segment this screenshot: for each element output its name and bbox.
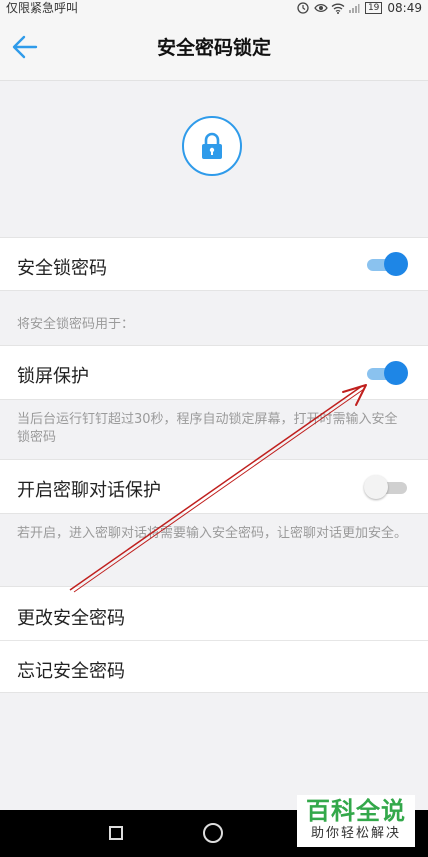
- secret-chat-description: 若开启，进入密聊对话将需要输入安全密码，让密聊对话更加安全。: [17, 526, 408, 541]
- forgot-password-label[interactable]: 忘记安全密码: [17, 657, 125, 683]
- secret-chat-label: 开启密聊对话保护: [17, 480, 161, 501]
- change-password-label[interactable]: 更改安全密码: [17, 604, 125, 630]
- lock-screen-row[interactable]: 锁屏保护: [0, 345, 428, 400]
- toggle-knob: [384, 252, 408, 276]
- lock-badge: [182, 116, 242, 176]
- toggle-knob: [384, 361, 408, 385]
- page-title: 安全密码锁定: [156, 37, 271, 59]
- toggle-knob: [364, 475, 388, 499]
- battery-icon: 19: [364, 2, 383, 14]
- security-password-label: 安全锁密码: [17, 258, 107, 279]
- lock-screen-description: 当后台运行钉钉超过30秒，程序自动锁定屏幕，打开时需输入安全锁密码: [17, 412, 398, 445]
- status-icons: 19 08:49: [297, 0, 422, 16]
- app-header: 安全密码锁定: [0, 16, 428, 81]
- security-password-toggle[interactable]: [364, 251, 408, 277]
- change-password-row[interactable]: 更改安全密码 忘记安全密码: [0, 586, 428, 693]
- signal-icon: [348, 2, 360, 14]
- security-password-row[interactable]: 安全锁密码: [0, 237, 428, 291]
- home-button[interactable]: [203, 823, 223, 843]
- secret-chat-toggle[interactable]: [364, 474, 408, 500]
- lock-screen-toggle[interactable]: [364, 360, 408, 386]
- padlock-icon: [202, 132, 222, 159]
- watermark-subtitle: 助你轻松解决: [310, 826, 401, 841]
- row-divider: [0, 640, 428, 641]
- watermark-title: 百科全说: [306, 797, 406, 825]
- section-caption: 将安全锁密码用于：: [17, 317, 135, 332]
- carrier-text: 仅限紧急呼叫: [6, 1, 79, 15]
- recent-apps-button[interactable]: [109, 826, 123, 840]
- alarm-icon: [297, 2, 309, 14]
- secret-chat-row[interactable]: 开启密聊对话保护: [0, 459, 428, 514]
- status-bar: 仅限紧急呼叫 19 08:49: [0, 0, 428, 16]
- eye-icon: [314, 2, 328, 14]
- lock-screen-label: 锁屏保护: [17, 366, 89, 387]
- wifi-icon: [331, 2, 345, 14]
- clock-time: 08:49: [387, 1, 422, 15]
- watermark-logo: 百科全说 助你轻松解决: [297, 795, 415, 847]
